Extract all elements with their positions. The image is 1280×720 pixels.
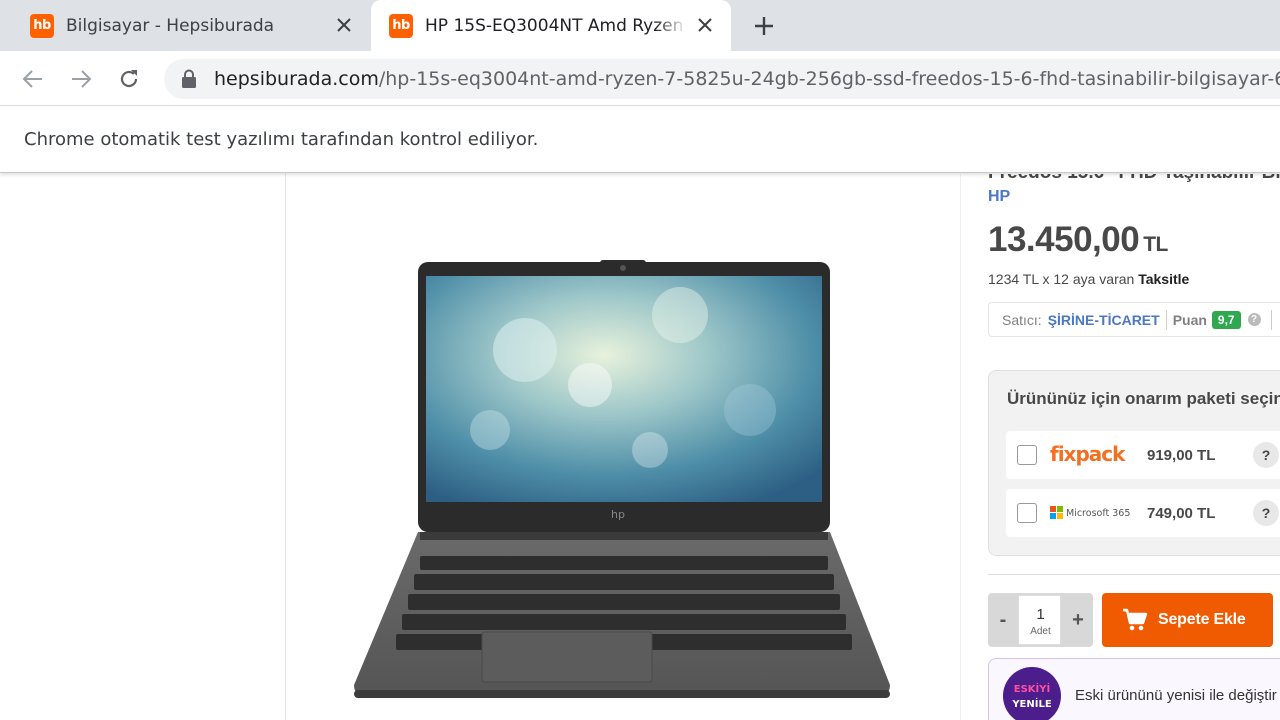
divider bbox=[1165, 309, 1167, 330]
product-image-area[interactable]: hp bbox=[286, 174, 960, 720]
trade-in-text: Eski ürününü yenisi ile değiştir bbox=[1075, 687, 1277, 704]
close-tab-icon[interactable] bbox=[332, 13, 356, 37]
seller-score-badge: 9,7 bbox=[1211, 310, 1241, 329]
trade-in-logo-icon: ESKİYİ YENİLE bbox=[1011, 681, 1052, 710]
microsoft-logo-icon: Microsoft 365 bbox=[1050, 506, 1130, 519]
add-to-cart-button[interactable]: Sepete Ekle bbox=[1102, 593, 1273, 647]
url-text: hepsiburada.com/hp-15s-eq3004nt-amd-ryze… bbox=[214, 68, 1280, 90]
trade-in-banner[interactable]: ESKİYİ YENİLE Eski ürününü yenisi ile de… bbox=[988, 658, 1280, 720]
installment-info: 1234 TL x 12 aya varan Taksitle bbox=[988, 271, 1189, 287]
product-page: hp Freedos 15.6" FHD Taşınabilir Bilgisa… bbox=[0, 174, 1280, 720]
tab-strip: hb Bilgisayar - Hepsiburada hb HP 15S-EQ… bbox=[0, 0, 1280, 51]
svg-text:ESKİYİ: ESKİYİ bbox=[1014, 681, 1050, 695]
quantity-value: 1 bbox=[1036, 606, 1045, 623]
score-label: Puan bbox=[1172, 311, 1207, 328]
svg-text:hp: hp bbox=[611, 508, 625, 521]
add-to-cart-label: Sepete Ekle bbox=[1158, 611, 1246, 628]
fixpack-price: 919,00 TL bbox=[1147, 446, 1216, 464]
tab-product[interactable]: hb HP 15S-EQ3004NT Amd Ryzen 7 5825U bbox=[371, 0, 731, 51]
repair-heading: Ürününüz için onarım paketi seçin bbox=[1007, 389, 1280, 408]
product-info-panel: Freedos 15.6" FHD Taşınabilir Bilgisayar… bbox=[960, 174, 1280, 720]
new-tab-icon[interactable] bbox=[748, 10, 780, 42]
browser-toolbar: hepsiburada.com/hp-15s-eq3004nt-amd-ryze… bbox=[0, 51, 1280, 106]
price-value: 13.450,00 bbox=[988, 220, 1140, 259]
reload-icon[interactable] bbox=[113, 63, 145, 95]
quantity-stepper: - 1 Adet + bbox=[988, 593, 1093, 647]
microsoft365-price: 749,00 TL bbox=[1147, 504, 1216, 522]
svg-text:fixpack: fixpack bbox=[1050, 443, 1126, 466]
tab-title: Bilgisayar - Hepsiburada bbox=[66, 15, 275, 36]
forward-arrow-icon[interactable] bbox=[65, 63, 97, 95]
tab-title: HP 15S-EQ3004NT Amd Ryzen 7 5825U bbox=[425, 15, 687, 36]
back-arrow-icon[interactable] bbox=[17, 63, 49, 95]
quantity-field[interactable]: 1 Adet bbox=[1018, 595, 1061, 645]
url-domain: hepsiburada.com bbox=[214, 68, 379, 90]
fixpack-logo-icon: fixpack bbox=[1050, 443, 1127, 466]
automation-infobar: Chrome otomatik test yazılımı tarafından… bbox=[0, 107, 1280, 173]
fixpack-logo: fixpack bbox=[1050, 443, 1135, 467]
increase-quantity-button[interactable]: + bbox=[1063, 593, 1093, 647]
microsoft365-logo: Microsoft 365 bbox=[1050, 501, 1135, 525]
close-tab-icon[interactable] bbox=[693, 13, 717, 37]
help-icon[interactable]: ? bbox=[1253, 442, 1279, 468]
decrease-quantity-button[interactable]: - bbox=[988, 593, 1018, 647]
fixpack-checkbox[interactable] bbox=[1017, 445, 1037, 465]
repair-option-microsoft365[interactable]: Microsoft 365 749,00 TL ? bbox=[1006, 489, 1280, 537]
infobar-text: Chrome otomatik test yazılımı tarafından… bbox=[24, 129, 539, 150]
url-path: /hp-15s-eq3004nt-amd-ryzen-7-5825u-24gb-… bbox=[378, 68, 1280, 90]
repair-option-fixpack[interactable]: fixpack 919,00 TL ? bbox=[1006, 431, 1280, 479]
divider bbox=[988, 574, 1280, 575]
svg-text:Microsoft 365: Microsoft 365 bbox=[1066, 508, 1130, 519]
hepsiburada-favicon-icon: hb bbox=[30, 13, 54, 38]
divider bbox=[1270, 309, 1272, 330]
repair-package-box: Ürününüz için onarım paketi seçin fixpac… bbox=[988, 370, 1280, 556]
seller-label: Satıcı: bbox=[1002, 311, 1042, 328]
microsoft365-checkbox[interactable] bbox=[1017, 503, 1037, 523]
lock-icon bbox=[182, 69, 196, 88]
seller-name-link[interactable]: ŞİRİNE-TİCARET bbox=[1048, 312, 1160, 328]
brand-link[interactable]: HP bbox=[988, 188, 1010, 206]
product-title: Freedos 15.6" FHD Taşınabilir Bilgisayar bbox=[988, 174, 1280, 184]
help-icon[interactable]: ? bbox=[1247, 313, 1261, 326]
product-price: 13.450,00 TL bbox=[988, 220, 1168, 260]
quantity-unit: Adet bbox=[1030, 626, 1051, 637]
cart-icon bbox=[1123, 608, 1148, 631]
help-icon[interactable]: ? bbox=[1253, 500, 1279, 526]
installment-text: 1234 TL x 12 aya varan bbox=[988, 271, 1135, 287]
installment-link[interactable]: Taksitle bbox=[1138, 271, 1189, 287]
price-currency: TL bbox=[1143, 233, 1168, 256]
thumbnail-column bbox=[0, 174, 286, 720]
tab-bilgisayar[interactable]: hb Bilgisayar - Hepsiburada bbox=[0, 0, 370, 51]
address-bar[interactable]: hepsiburada.com/hp-15s-eq3004nt-amd-ryze… bbox=[164, 59, 1280, 99]
seller-box: Satıcı: ŞİRİNE-TİCARET Puan 9,7 ? bbox=[988, 302, 1280, 337]
trade-in-badge: ESKİYİ YENİLE bbox=[1003, 667, 1061, 720]
svg-text:YENİLE: YENİLE bbox=[1011, 696, 1052, 710]
hepsiburada-favicon-icon: hb bbox=[389, 13, 413, 38]
laptop-product-image[interactable]: hp bbox=[350, 260, 890, 700]
